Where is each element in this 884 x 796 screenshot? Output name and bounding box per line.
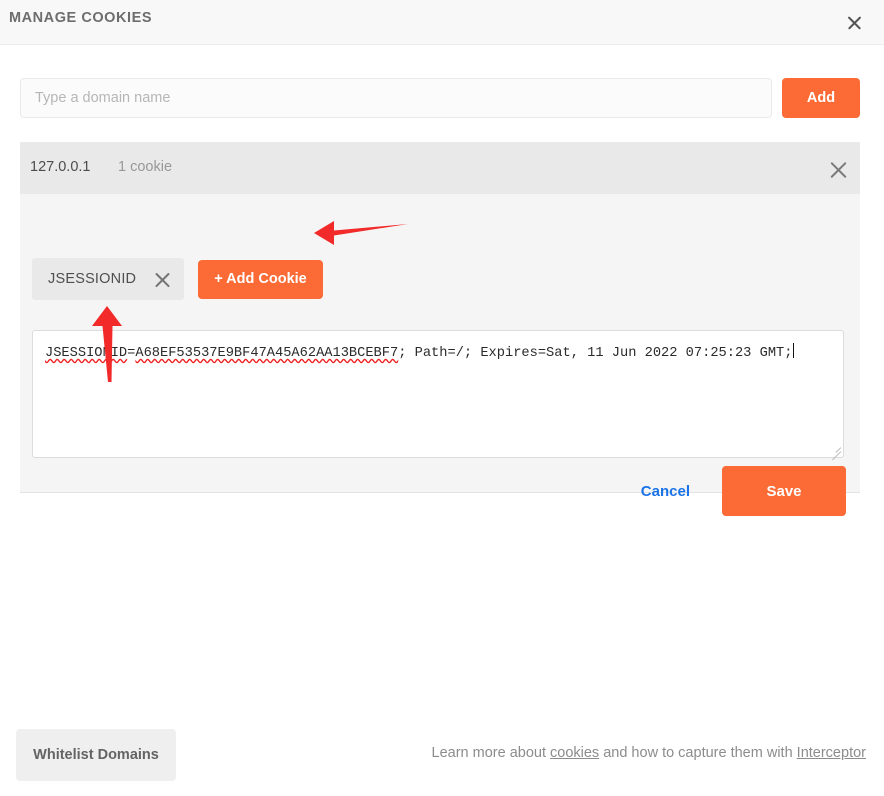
cookies-link[interactable]: cookies: [550, 745, 599, 761]
domain-card-body: JSESSIONID + Add Cookie JSESSIONID=A68EF…: [20, 194, 860, 516]
close-icon: [828, 159, 849, 180]
domain-card-header: 127.0.0.1 1 cookie: [20, 142, 860, 194]
domain-card: 127.0.0.1 1 cookie JSESSIONID + Add Cook…: [20, 142, 860, 516]
interceptor-link[interactable]: Interceptor: [797, 745, 866, 761]
close-dialog-button[interactable]: [838, 6, 870, 38]
cookie-value-textarea[interactable]: JSESSIONID=A68EF53537E9BF47A45A62AA13BCE…: [32, 330, 844, 458]
cookie-tab-jsessionid[interactable]: JSESSIONID: [32, 258, 185, 300]
save-button[interactable]: Save: [722, 466, 846, 516]
text-caret: [793, 343, 795, 358]
page-title: MANAGE COOKIES: [9, 10, 153, 26]
cookie-name-text: JSESSIONID: [45, 346, 128, 361]
whitelist-domains-button[interactable]: Whitelist Domains: [16, 729, 176, 781]
remove-domain-button[interactable]: [826, 157, 850, 181]
footer-note-middle: and how to capture them with: [599, 745, 797, 761]
cookie-tab-label: JSESSIONID: [48, 271, 137, 287]
cookie-tab-list: JSESSIONID + Add Cookie: [32, 258, 323, 300]
card-action-row: Cancel Save: [635, 466, 846, 516]
footer-help-text: Learn more about cookies and how to capt…: [432, 745, 866, 761]
textarea-resize-handle[interactable]: [828, 442, 841, 455]
add-domain-button[interactable]: Add: [782, 78, 860, 118]
cookie-value-editor: JSESSIONID=A68EF53537E9BF47A45A62AA13BCE…: [32, 330, 844, 458]
add-cookie-button[interactable]: + Add Cookie: [198, 259, 323, 299]
domain-name-input[interactable]: [20, 78, 772, 118]
domain-name-label: 127.0.0.1: [30, 159, 91, 175]
domain-entry-row: Add: [20, 78, 860, 118]
cancel-button[interactable]: Cancel: [635, 482, 696, 501]
cookie-attrs-text: ; Path=/; Expires=Sat, 11 Jun 2022 07:25…: [398, 346, 793, 361]
remove-cookie-button[interactable]: [152, 269, 172, 289]
close-icon: [846, 14, 863, 31]
cookie-count-label: 1 cookie: [118, 159, 173, 175]
cookie-id-text: A68EF53537E9BF47A45A62AA13BCEBF7: [135, 346, 399, 361]
dialog-titlebar: MANAGE COOKIES: [0, 0, 884, 45]
footer-note-prefix: Learn more about: [431, 745, 551, 761]
close-icon: [153, 270, 172, 289]
